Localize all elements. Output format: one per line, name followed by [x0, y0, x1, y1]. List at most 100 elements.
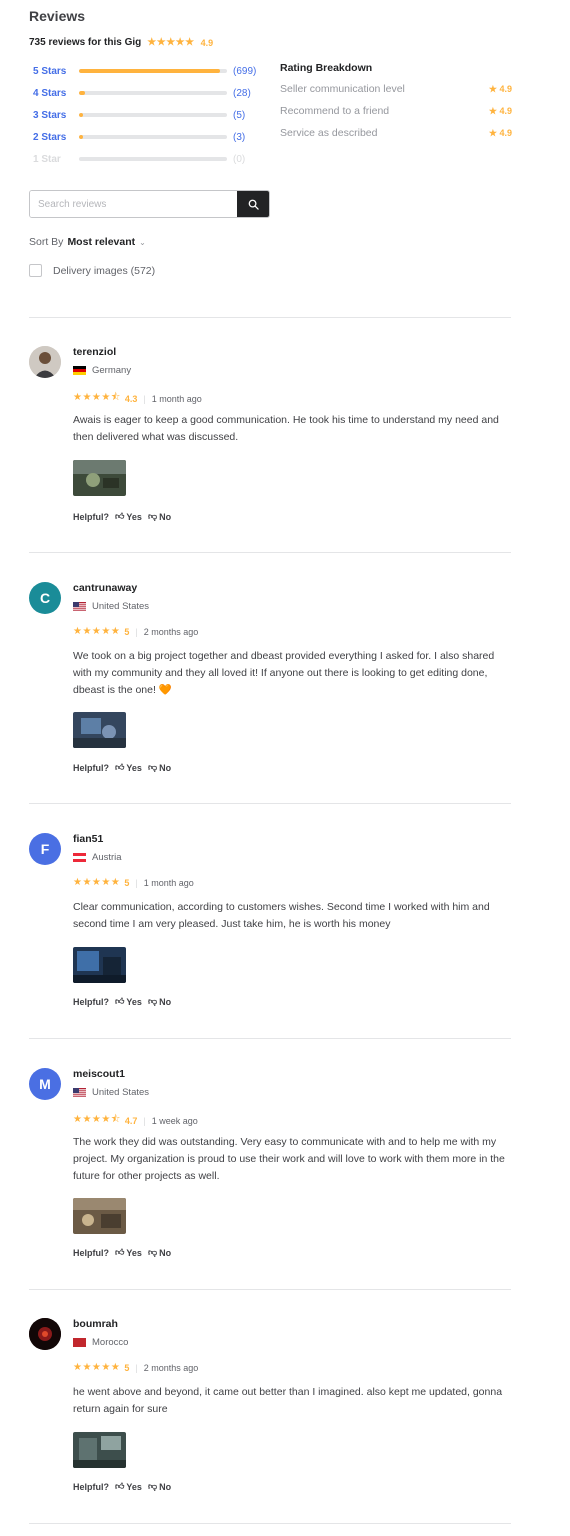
- breakdown-row-1: 1 Star (0): [33, 148, 263, 170]
- delivery-image[interactable]: [73, 712, 126, 748]
- breakdown-row-4[interactable]: 4 Stars (28): [33, 82, 263, 104]
- helpful-no-button[interactable]: 👎︎ No: [148, 762, 171, 773]
- star-breakdown: 5 Stars (699) 4 Stars (28) 3 Stars (5) 2…: [33, 60, 263, 170]
- review-score: 5: [124, 877, 130, 888]
- summary-text: 735 reviews for this Gig: [29, 37, 142, 48]
- review-date: 1 month ago: [143, 877, 194, 888]
- divider: [29, 1523, 511, 1524]
- delivery-image[interactable]: [73, 1198, 126, 1234]
- breakdown-label[interactable]: 5 Stars: [33, 66, 75, 77]
- avatar[interactable]: C: [29, 582, 61, 614]
- helpful-label: Helpful?: [73, 996, 109, 1007]
- breakdown-label[interactable]: 3 Stars: [33, 110, 75, 121]
- delivery-image-thumbnail: [73, 1432, 126, 1468]
- delivery-image-thumbnail: [73, 460, 126, 496]
- thumbs-down-icon: 👎︎: [147, 511, 158, 521]
- rating-breakdown: Rating Breakdown Seller communication le…: [280, 60, 512, 144]
- avatar[interactable]: [29, 346, 61, 378]
- breakdown-bar: [79, 135, 227, 139]
- review-rating: ★★★★★ 5 | 2 months ago: [73, 1362, 199, 1373]
- avatar[interactable]: [29, 1318, 61, 1350]
- divider: [29, 1289, 511, 1290]
- breakdown-row-3[interactable]: 3 Stars (5): [33, 104, 263, 126]
- delivery-images-label: Delivery images (572): [53, 264, 156, 277]
- reviewer-name[interactable]: fian51: [73, 833, 103, 845]
- sort-by-label: Sort By: [29, 236, 64, 248]
- helpful-row: Helpful? 👍︎ Yes 👎︎ No: [73, 511, 171, 522]
- sort-by-dropdown[interactable]: Most relevant: [67, 236, 135, 248]
- helpful-no-button[interactable]: 👎︎ No: [148, 1247, 171, 1258]
- no-label: No: [159, 511, 172, 522]
- helpful-row: Helpful? 👍︎ Yes 👎︎ No: [73, 1481, 171, 1492]
- thumbs-up-icon: 👍︎: [115, 996, 125, 1006]
- breakdown-label: 1 Star: [33, 153, 61, 165]
- review-date: 1 month ago: [151, 393, 202, 404]
- thumbs-down-icon: 👎︎: [147, 1481, 158, 1491]
- avatar[interactable]: F: [29, 833, 61, 865]
- breakdown-label[interactable]: 4 Stars: [33, 88, 75, 99]
- chevron-down-icon[interactable]: ⌄: [139, 238, 146, 247]
- helpful-row: Helpful? 👍︎ Yes 👎︎ No: [73, 996, 171, 1007]
- breakdown-bar: [79, 157, 227, 161]
- helpful-yes-button[interactable]: 👍︎ Yes: [115, 762, 142, 773]
- reviewer-country: Germany: [73, 365, 131, 376]
- reviewer-name[interactable]: cantrunaway: [73, 582, 137, 594]
- review-stars-icon: ★★★★★: [73, 877, 121, 888]
- breakdown-row-5[interactable]: 5 Stars (699): [33, 60, 263, 82]
- rating-row-value: ★ 4.9: [488, 127, 512, 138]
- review-score: 4.7: [124, 1115, 138, 1126]
- helpful-yes-button[interactable]: 👍︎ Yes: [115, 996, 142, 1007]
- delivery-image-thumbnail: [73, 1198, 126, 1234]
- delivery-image-thumbnail: [73, 712, 126, 748]
- thumbs-down-icon: 👎︎: [147, 1247, 158, 1257]
- reviews-summary: 735 reviews for this Gig ★★★★★ 4.9: [29, 37, 213, 48]
- helpful-label: Helpful?: [73, 1247, 109, 1258]
- helpful-yes-button[interactable]: 👍︎ Yes: [115, 1481, 142, 1492]
- rating-row-label: Service as described: [280, 127, 378, 139]
- review-rating: ★★★★⯪ 4.3 | 1 month ago: [73, 390, 202, 407]
- search-box: [29, 190, 270, 218]
- rating-breakdown-title: Rating Breakdown: [280, 62, 373, 74]
- yes-label: Yes: [126, 1481, 142, 1492]
- search-input[interactable]: [30, 191, 237, 217]
- helpful-yes-button[interactable]: 👍︎ Yes: [115, 511, 142, 522]
- delivery-image[interactable]: [73, 947, 126, 983]
- helpful-yes-button[interactable]: 👍︎ Yes: [115, 1247, 142, 1258]
- reviewer-name[interactable]: terenziol: [73, 346, 116, 358]
- reviewer-name[interactable]: meiscout1: [73, 1068, 125, 1080]
- thumbs-down-icon: 👎︎: [147, 996, 158, 1006]
- delivery-image[interactable]: [73, 460, 126, 496]
- breakdown-label[interactable]: 2 Stars: [33, 132, 75, 143]
- user-photo-icon: [29, 1318, 61, 1350]
- no-label: No: [159, 762, 172, 773]
- reviewer-country: United States: [73, 601, 149, 612]
- helpful-no-button[interactable]: 👎︎ No: [148, 511, 171, 522]
- no-label: No: [159, 996, 172, 1007]
- reviewer-name[interactable]: boumrah: [73, 1318, 118, 1330]
- country-name: United States: [92, 601, 150, 612]
- helpful-label: Helpful?: [73, 1481, 109, 1492]
- flag-united-states-icon: [73, 1088, 86, 1097]
- delivery-images-checkbox[interactable]: [29, 264, 42, 277]
- search-button[interactable]: [237, 191, 269, 217]
- avatar[interactable]: M: [29, 1068, 61, 1100]
- user-photo-icon: [29, 346, 61, 378]
- thumbs-up-icon: 👍︎: [115, 511, 125, 521]
- search-icon: [248, 199, 259, 210]
- rating-row: Service as described ★ 4.9: [280, 122, 512, 144]
- helpful-no-button[interactable]: 👎︎ No: [148, 996, 171, 1007]
- rating-row-label: Seller communication level: [280, 83, 405, 95]
- thumbs-up-icon: 👍︎: [115, 1481, 125, 1491]
- country-name: Austria: [92, 852, 122, 863]
- delivery-image[interactable]: [73, 1432, 126, 1468]
- yes-label: Yes: [126, 996, 142, 1007]
- breakdown-row-2[interactable]: 2 Stars (3): [33, 126, 263, 148]
- thumbs-up-icon: 👍︎: [115, 1247, 125, 1257]
- helpful-no-button[interactable]: 👎︎ No: [148, 1481, 171, 1492]
- yes-label: Yes: [126, 762, 142, 773]
- delivery-images-filter[interactable]: Delivery images (572): [29, 264, 155, 277]
- review-text: The work they did was outstanding. Very …: [73, 1136, 505, 1182]
- flag-austria-icon: [73, 853, 86, 862]
- divider: [29, 1038, 511, 1039]
- thumbs-down-icon: 👎︎: [147, 762, 158, 772]
